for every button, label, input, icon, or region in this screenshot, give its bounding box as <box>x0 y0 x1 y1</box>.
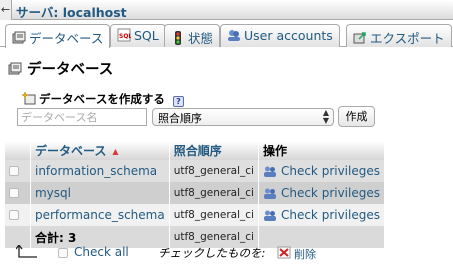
bulk-actions-bar: Check all チェックしたものを: 削除 <box>0 243 453 263</box>
check-all-checkbox[interactable] <box>58 248 68 258</box>
page-title: データベース <box>8 58 113 79</box>
check-privileges-link[interactable]: Check privileges <box>258 182 386 204</box>
row-checkbox-cell <box>5 160 31 182</box>
sort-by-database-link[interactable]: データベース <box>35 144 106 158</box>
table-row: mysql utf8_general_ci Check privileges <box>5 182 386 204</box>
tab-label: データベース <box>29 31 104 46</box>
check-all-label[interactable]: Check all <box>74 245 129 259</box>
privileges-icon <box>263 188 276 199</box>
privileges-icon <box>263 166 276 177</box>
tab-label: エクスポート <box>370 31 445 46</box>
check-privileges-link[interactable]: Check privileges <box>258 160 386 182</box>
row-checkbox-cell <box>5 182 31 204</box>
tab-sql[interactable]: SQL SQL <box>110 24 166 47</box>
privileges-icon <box>263 210 276 221</box>
table-row: performance_schema utf8_general_ci Check… <box>5 204 386 226</box>
header-collation[interactable]: 照合順序 <box>169 141 259 160</box>
header-checkbox-column <box>5 141 31 160</box>
arrow-left-up-icon <box>16 245 37 258</box>
tab-label: 状態 <box>188 31 214 46</box>
tab-label: SQL <box>134 28 159 43</box>
check-privileges-label: Check privileges <box>280 164 380 178</box>
sort-ascending-icon: ▲ <box>112 147 119 156</box>
collapse-arrow-icon[interactable]: ← <box>0 0 12 20</box>
collation-cell: utf8_general_ci <box>169 160 259 182</box>
select-arrows-icon: ▲ ▼ <box>322 108 329 125</box>
database-name-input[interactable] <box>17 108 147 126</box>
help-icon[interactable]: ? <box>172 96 184 107</box>
row-checkbox[interactable] <box>9 210 19 220</box>
status-icon <box>175 31 181 45</box>
server-breadcrumb[interactable]: サーバ: localhost <box>16 2 127 21</box>
user-accounts-icon <box>228 30 240 41</box>
database-name-link[interactable]: performance_schema <box>30 204 170 226</box>
database-name-link[interactable]: information_schema <box>30 160 170 182</box>
svg-text:SQL: SQL <box>119 33 131 40</box>
collation-select-value: 照合順序 <box>158 112 202 125</box>
database-icon <box>8 62 22 75</box>
tab-label: User accounts <box>244 28 333 43</box>
database-name-link[interactable]: mysql <box>30 182 170 204</box>
create-database-text: データベースを作成する <box>39 92 165 106</box>
row-checkbox[interactable] <box>9 188 19 198</box>
tab-databases[interactable]: データベース <box>5 24 111 48</box>
create-button[interactable]: 作成 <box>338 106 375 127</box>
collation-select[interactable]: 照合順序 ▲ ▼ <box>152 108 334 126</box>
delete-icon[interactable] <box>277 246 291 259</box>
header-action: 操作 <box>258 141 386 160</box>
row-checkbox[interactable] <box>9 166 19 176</box>
export-icon <box>353 32 366 44</box>
create-database-label: データベースを作成する? <box>22 91 184 107</box>
sort-by-collation-link[interactable]: 照合順序 <box>174 144 222 158</box>
database-table: データベース ▲ 照合順序 操作 information_schema utf8_… <box>5 141 386 248</box>
check-privileges-label: Check privileges <box>280 208 380 222</box>
table-header-row: データベース ▲ 照合順序 操作 <box>5 141 386 160</box>
tab-status[interactable]: 状態 <box>164 24 221 47</box>
row-checkbox-cell <box>5 204 31 226</box>
table-row: information_schema utf8_general_ci Check… <box>5 160 386 182</box>
delete-button[interactable]: 削除 <box>294 246 316 262</box>
breadcrumb-bar: ← サーバ: localhost <box>0 0 453 20</box>
check-privileges-label: Check privileges <box>280 186 380 200</box>
check-privileges-link[interactable]: Check privileges <box>258 204 386 226</box>
tab-export[interactable]: エクスポート <box>346 24 452 47</box>
collation-cell: utf8_general_ci <box>169 182 259 204</box>
tab-user-accounts[interactable]: User accounts <box>220 24 340 47</box>
new-database-icon <box>22 92 36 105</box>
tab-bar: データベース SQL SQL 状態 User accounts エクスポート <box>0 21 453 48</box>
database-icon <box>12 31 26 44</box>
page-title-text: データベース <box>27 62 114 78</box>
sql-icon: SQL <box>117 28 131 42</box>
collation-cell: utf8_general_ci <box>169 204 259 226</box>
with-selected-label: チェックしたものを: <box>158 246 266 260</box>
header-database[interactable]: データベース ▲ <box>30 141 170 160</box>
